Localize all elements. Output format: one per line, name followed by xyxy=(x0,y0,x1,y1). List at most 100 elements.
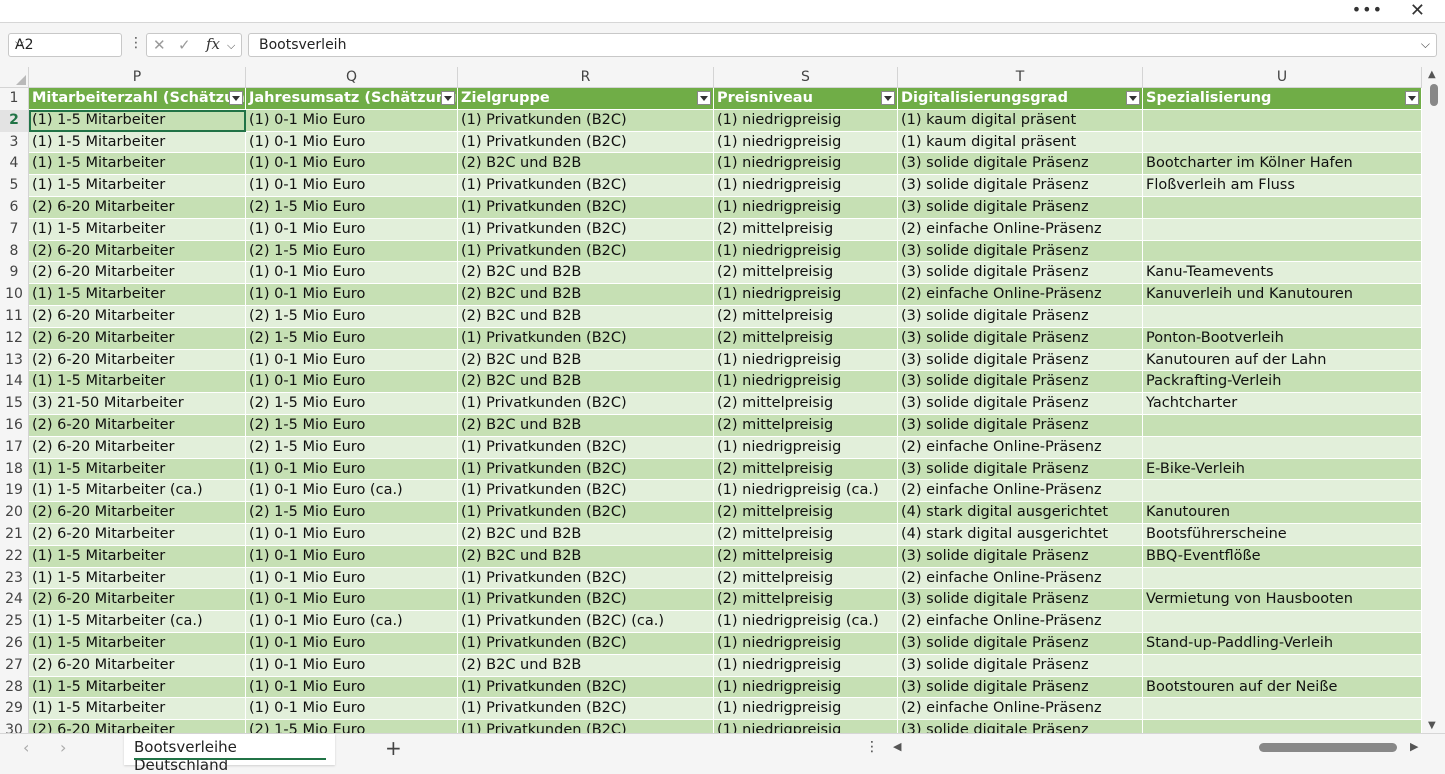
cell-q[interactable]: (1) 0-1 Mio Euro xyxy=(246,524,458,546)
cell-r[interactable]: (1) Privatkunden (B2C) xyxy=(458,240,714,263)
cell-u[interactable]: Kanutouren xyxy=(1143,502,1422,524)
row-number[interactable]: 1 xyxy=(0,88,29,110)
row-number[interactable]: 3 xyxy=(0,131,29,154)
row-number[interactable]: 20 xyxy=(0,502,29,524)
row-number[interactable]: 13 xyxy=(0,349,29,372)
cell-q[interactable]: (2) 1-5 Mio Euro xyxy=(246,415,458,437)
cell-p[interactable]: (1) 1-5 Mitarbeiter xyxy=(29,218,246,241)
column-header-u[interactable]: U xyxy=(1143,67,1422,88)
horizontal-scrollbar-thumb[interactable] xyxy=(1259,743,1397,752)
cell-u[interactable] xyxy=(1143,131,1422,154)
cell-r[interactable]: (2) B2C und B2B xyxy=(458,262,714,285)
cell-t[interactable]: (2) einfache Online-Präsenz xyxy=(898,698,1143,721)
cell-q[interactable]: (1) 0-1 Mio Euro xyxy=(246,175,458,197)
cell-q[interactable]: (1) 0-1 Mio Euro xyxy=(246,676,458,699)
row-number[interactable]: 28 xyxy=(0,676,29,699)
cell-u[interactable] xyxy=(1143,436,1422,459)
cell-p[interactable]: (1) 1-5 Mitarbeiter xyxy=(29,633,246,655)
cell-q[interactable]: (1) 0-1 Mio Euro xyxy=(246,654,458,677)
cell-t[interactable]: (2) einfache Online-Präsenz xyxy=(898,218,1143,241)
cell-p[interactable]: (2) 6-20 Mitarbeiter xyxy=(29,262,246,285)
expand-formula-chevron-icon[interactable]: ⌵ xyxy=(1421,37,1430,52)
cell-q[interactable]: (2) 1-5 Mio Euro xyxy=(246,502,458,524)
cell-r[interactable]: (2) B2C und B2B xyxy=(458,306,714,328)
cell-p[interactable]: (1) 1-5 Mitarbeiter xyxy=(29,284,246,306)
cell-r[interactable]: (1) Privatkunden (B2C) xyxy=(458,589,714,612)
cell-s[interactable]: (1) niedrigpreisig xyxy=(714,153,898,176)
cell-r[interactable]: (1) Privatkunden (B2C) xyxy=(458,676,714,699)
row-number[interactable]: 6 xyxy=(0,197,29,219)
cell-p[interactable]: (2) 6-20 Mitarbeiter xyxy=(29,720,246,733)
row-number[interactable]: 24 xyxy=(0,589,29,612)
row-number[interactable]: 27 xyxy=(0,654,29,677)
cell-r[interactable]: (1) Privatkunden (B2C) xyxy=(458,131,714,154)
row-number[interactable]: 21 xyxy=(0,524,29,546)
cell-s[interactable]: (2) mittelpreisig xyxy=(714,458,898,481)
cell-p[interactable]: (1) 1-5 Mitarbeiter xyxy=(29,153,246,176)
cell-r[interactable]: (1) Privatkunden (B2C) xyxy=(458,458,714,481)
cell-q[interactable]: (1) 0-1 Mio Euro xyxy=(246,458,458,481)
cell-s[interactable]: (1) niedrigpreisig (ca.) xyxy=(714,480,898,503)
cell-t[interactable]: (3) solide digitale Präsenz xyxy=(898,654,1143,677)
cell-q[interactable]: (1) 0-1 Mio Euro xyxy=(246,109,458,132)
column-header-p[interactable]: P xyxy=(29,67,246,88)
cell-r[interactable]: (1) Privatkunden (B2C) xyxy=(458,327,714,350)
row-number[interactable]: 19 xyxy=(0,480,29,503)
chevron-down-icon[interactable]: ⌵ xyxy=(227,39,235,53)
filter-dropdown-icon[interactable] xyxy=(881,91,895,105)
cell-p[interactable]: (2) 6-20 Mitarbeiter xyxy=(29,524,246,546)
row-number[interactable]: 7 xyxy=(0,218,29,241)
cell-s[interactable]: (1) niedrigpreisig xyxy=(714,633,898,655)
cell-u[interactable]: Yachtcharter xyxy=(1143,393,1422,415)
cell-q[interactable]: (2) 1-5 Mio Euro xyxy=(246,393,458,415)
cell-q[interactable]: (2) 1-5 Mio Euro xyxy=(246,240,458,263)
cell-u[interactable]: BBQ-Eventflöße xyxy=(1143,545,1422,568)
filter-dropdown-icon[interactable] xyxy=(441,91,455,105)
cell-s[interactable]: (1) niedrigpreisig xyxy=(714,720,898,733)
cell-s[interactable]: (2) mittelpreisig xyxy=(714,545,898,568)
cell-t[interactable]: (3) solide digitale Präsenz xyxy=(898,720,1143,733)
cell-q[interactable]: (1) 0-1 Mio Euro xyxy=(246,131,458,154)
row-number[interactable]: 11 xyxy=(0,306,29,328)
cell-t[interactable]: (2) einfache Online-Präsenz xyxy=(898,436,1143,459)
row-number[interactable]: 8 xyxy=(0,240,29,263)
scroll-right-icon[interactable]: ▶ xyxy=(1410,740,1418,753)
cell-s[interactable]: (2) mittelpreisig xyxy=(714,524,898,546)
cell-s[interactable]: (2) mittelpreisig xyxy=(714,502,898,524)
scroll-up-icon[interactable]: ▲ xyxy=(1428,69,1436,80)
cell-r[interactable]: (2) B2C und B2B xyxy=(458,349,714,372)
cell-u[interactable] xyxy=(1143,306,1422,328)
cell-q[interactable]: (1) 0-1 Mio Euro xyxy=(246,262,458,285)
cell-s[interactable]: (1) niedrigpreisig xyxy=(714,109,898,132)
row-number[interactable]: 18 xyxy=(0,458,29,481)
cell-u[interactable]: Packrafting-Verleih xyxy=(1143,371,1422,394)
cell-p[interactable]: (2) 6-20 Mitarbeiter xyxy=(29,197,246,219)
cell-u[interactable]: Vermietung von Hausbooten xyxy=(1143,589,1422,612)
check-icon[interactable]: ✓ xyxy=(178,36,191,54)
row-number[interactable]: 23 xyxy=(0,567,29,590)
cell-t[interactable]: (3) solide digitale Präsenz xyxy=(898,327,1143,350)
cell-t[interactable]: (3) solide digitale Präsenz xyxy=(898,415,1143,437)
cell-p[interactable]: (1) 1-5 Mitarbeiter xyxy=(29,698,246,721)
header-cell-u[interactable]: Spezialisierung xyxy=(1143,88,1422,110)
cell-u[interactable]: Kanuverleih und Kanutouren xyxy=(1143,284,1422,306)
insert-function-button[interactable]: fx xyxy=(206,35,220,53)
cell-q[interactable]: (1) 0-1 Mio Euro xyxy=(246,698,458,721)
cell-r[interactable]: (2) B2C und B2B xyxy=(458,371,714,394)
cell-s[interactable]: (2) mittelpreisig xyxy=(714,306,898,328)
cell-s[interactable]: (1) niedrigpreisig xyxy=(714,131,898,154)
cell-t[interactable]: (1) kaum digital präsent xyxy=(898,131,1143,154)
cell-r[interactable]: (1) Privatkunden (B2C) xyxy=(458,393,714,415)
filter-dropdown-icon[interactable] xyxy=(697,91,711,105)
filter-dropdown-icon[interactable] xyxy=(1126,91,1140,105)
cell-u[interactable] xyxy=(1143,567,1422,590)
cell-r[interactable]: (1) Privatkunden (B2C) xyxy=(458,218,714,241)
cell-p[interactable]: (1) 1-5 Mitarbeiter xyxy=(29,567,246,590)
cell-u[interactable]: Stand-up-Paddling-Verleih xyxy=(1143,633,1422,655)
row-number[interactable]: 10 xyxy=(0,284,29,306)
cell-q[interactable]: (1) 0-1 Mio Euro xyxy=(246,371,458,394)
cell-p[interactable]: (2) 6-20 Mitarbeiter xyxy=(29,349,246,372)
cell-r[interactable]: (2) B2C und B2B xyxy=(458,153,714,176)
vertical-dots-icon[interactable]: ⋮ xyxy=(865,739,879,755)
cell-s[interactable]: (2) mittelpreisig xyxy=(714,567,898,590)
